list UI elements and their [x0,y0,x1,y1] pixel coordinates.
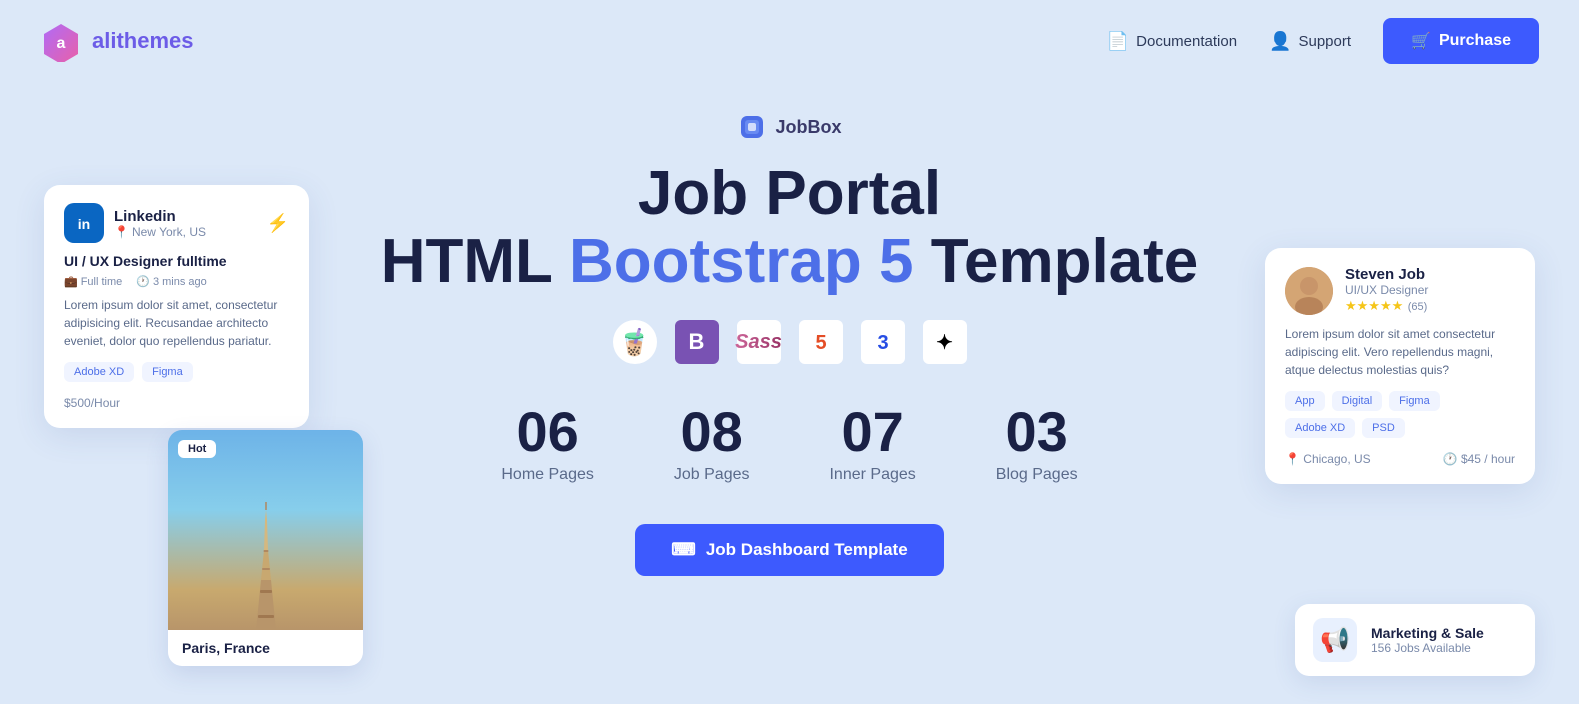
tag-psd: PSD [1362,418,1405,438]
marketing-card: 📢 Marketing & Sale 156 Jobs Available [1295,604,1535,676]
lc-description: Lorem ipsum dolor sit amet, consectetur … [64,296,289,350]
support-link[interactable]: 👤 Support [1269,31,1351,52]
svg-text:a: a [57,35,66,52]
review-count: (65) [1408,301,1428,313]
logo: a alithemes [40,20,194,62]
travel-location: Paris, France [168,630,363,666]
lc-price: $500/Hour [64,394,289,412]
bubble-icon: 🧋 [613,320,657,364]
megaphone-icon: 📢 [1313,618,1357,662]
svg-text:3: 3 [877,332,888,354]
jobbox-brand: JobBox [737,112,841,142]
stat-job-pages: 08 Job Pages [674,404,750,484]
stat-inner-pages: 07 Inner Pages [829,404,915,484]
avatar [1285,267,1333,315]
bolt-icon: ⚡ [267,213,289,234]
css3-icon: 3 [861,320,905,364]
lc-meta: 💼 Full time 🕐 3 mins ago [64,275,289,288]
rc-location: 📍 Chicago, US [1285,452,1371,466]
location-icon: 📍 [1285,452,1300,466]
figma-icon: ✦ [923,320,967,364]
svg-text:5: 5 [815,332,826,354]
job-dashboard-button[interactable]: ⌨ Job Dashboard Template [635,524,943,576]
eiffel-tower-icon [236,500,296,630]
svg-text:in: in [78,216,90,232]
tag-figma2: Figma [1389,391,1440,411]
lc-job-title: UI / UX Designer fulltime [64,253,289,269]
lc-header: in Linkedin 📍 New York, US ⚡ [64,203,289,243]
cart-icon: 🛒 [1411,31,1431,51]
documentation-link[interactable]: 📄 Documentation [1107,31,1237,52]
bootstrap-icon: B [675,320,719,364]
logo-icon: a [40,20,82,62]
rc-rate: 🕐 $45 / hour [1443,452,1515,466]
mc-jobs-count: 156 Jobs Available [1371,641,1484,655]
dashboard-icon: ⌨ [671,540,696,560]
location-pin-icon: 📍 [114,225,129,239]
profile-card: Steven Job UI/UX Designer ★★★★★ (65) Lor… [1265,248,1535,484]
support-icon: 👤 [1269,31,1291,52]
purchase-button[interactable]: 🛒 Purchase [1383,18,1539,64]
tag-adobexd2: Adobe XD [1285,418,1355,438]
logo-text: alithemes [92,28,194,54]
travel-card: Hot Paris, France [168,430,363,666]
tag-digital: Digital [1332,391,1383,411]
star-rating: ★★★★★ [1345,298,1403,313]
lc-tags: Adobe XD Figma [64,362,289,382]
rc-footer: 📍 Chicago, US 🕐 $45 / hour [1285,452,1515,466]
stat-blog-pages: 03 Blog Pages [996,404,1078,484]
jobbox-cube-icon [737,112,767,142]
stat-home-pages: 06 Home Pages [501,404,594,484]
doc-icon: 📄 [1107,31,1129,52]
travel-image: Hot [168,430,363,630]
html5-icon: 5 [799,320,843,364]
nav-right: 📄 Documentation 👤 Support 🛒 Purchase [1107,18,1539,64]
tag-adobexd: Adobe XD [64,362,134,382]
rc-tags: App Digital Figma Adobe XD PSD [1285,391,1515,438]
rc-header: Steven Job UI/UX Designer ★★★★★ (65) [1285,266,1515,315]
tag-figma: Figma [142,362,193,382]
tag-app: App [1285,391,1325,411]
clock-icon2: 🕐 [1443,452,1458,466]
clock-icon: 🕐 [136,275,150,288]
lc-company-info: Linkedin 📍 New York, US [114,208,267,239]
mc-info: Marketing & Sale 156 Jobs Available [1371,625,1484,655]
briefcase-icon: 💼 [64,275,78,288]
mc-title: Marketing & Sale [1371,625,1484,641]
rc-description: Lorem ipsum dolor sit amet consectetur a… [1285,325,1515,379]
rc-info: Steven Job UI/UX Designer ★★★★★ (65) [1345,266,1428,315]
linkedin-job-card: in Linkedin 📍 New York, US ⚡ UI / UX Des… [44,185,309,428]
linkedin-logo: in [64,203,104,243]
hot-badge: Hot [178,440,216,458]
header: a alithemes 📄 Documentation 👤 Support 🛒 … [0,0,1579,82]
sass-icon: Sass [737,320,781,364]
